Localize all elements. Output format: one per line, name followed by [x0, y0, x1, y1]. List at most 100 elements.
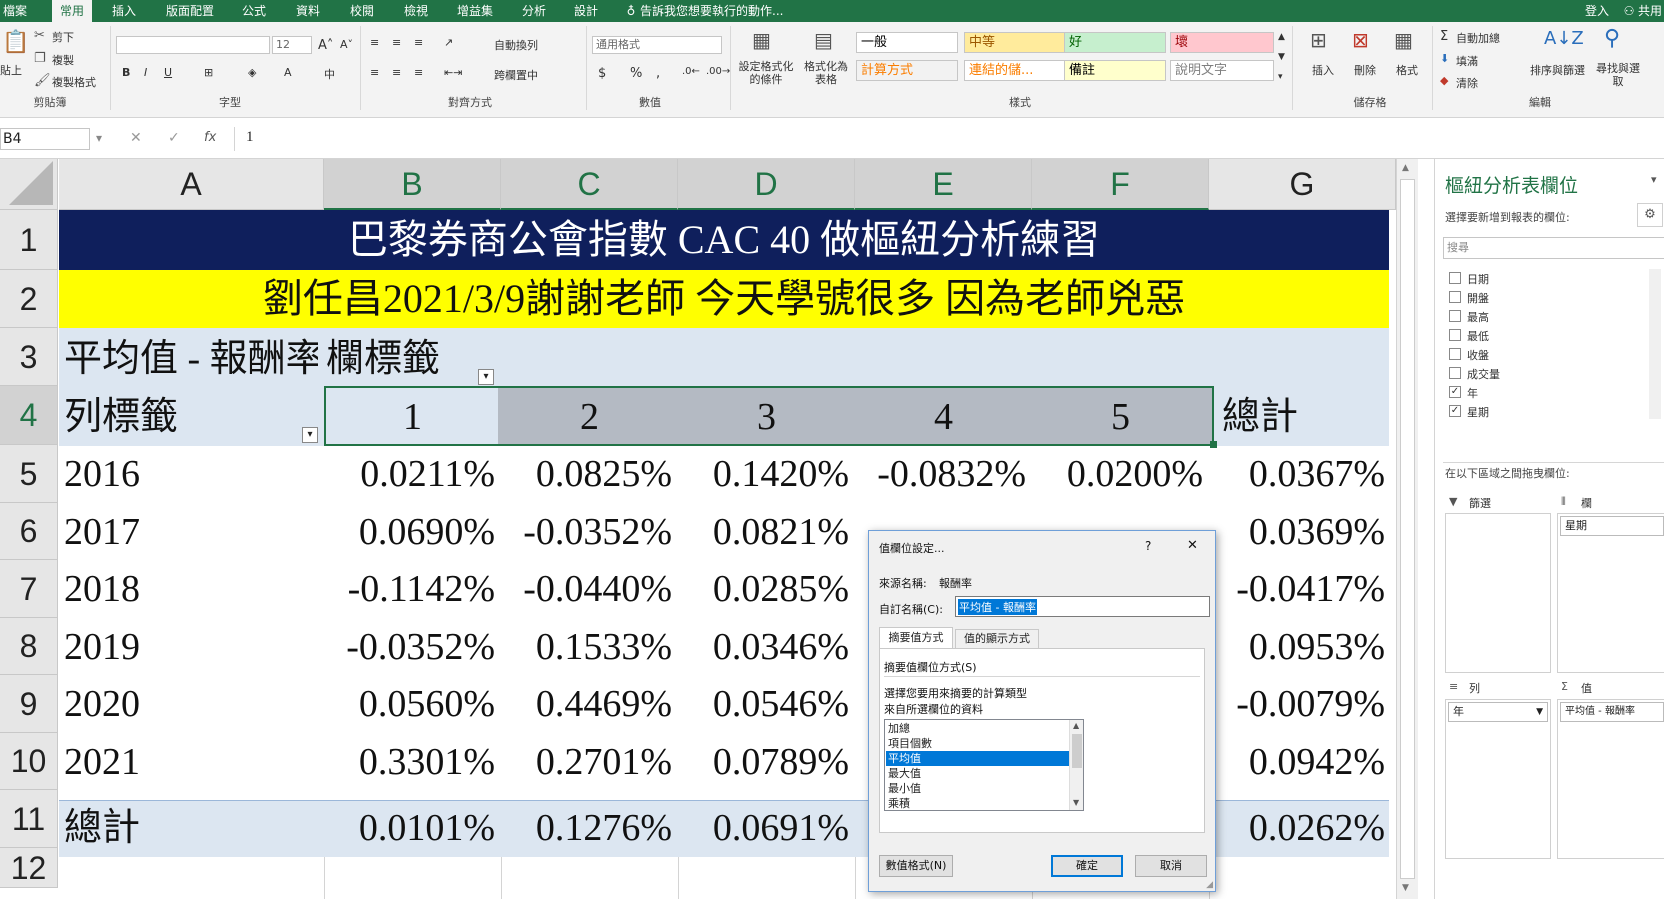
field-checkbox[interactable] [1449, 367, 1461, 379]
align-left-icon[interactable]: ≡ [370, 66, 379, 79]
border-icon[interactable]: ⊞ [204, 66, 213, 79]
value-cell[interactable]: 0.0211% [324, 446, 501, 503]
value-cell[interactable]: 0.0346% [678, 619, 855, 676]
value-cell[interactable]: 0.0546% [678, 676, 855, 733]
column-total-cell[interactable]: 0.0691% [678, 800, 855, 857]
row-header-3[interactable]: 3 [0, 328, 58, 386]
field-checkbox[interactable] [1449, 272, 1461, 284]
share-button[interactable]: 共用 [1636, 0, 1664, 22]
merge-center-button[interactable]: 跨欄置中 [494, 67, 538, 83]
row-labels-header[interactable]: 列標籤 [64, 389, 264, 445]
field-checkbox[interactable]: ✓ [1449, 405, 1461, 417]
vertical-scrollbar[interactable]: ▲ ▼ [1396, 159, 1418, 899]
tab-addins[interactable]: 增益集 [452, 0, 498, 22]
row-field-pill[interactable]: 年 ▼ [1448, 702, 1548, 722]
row-header-9[interactable]: 9 [0, 675, 58, 733]
row-label-2019[interactable]: 2019 [64, 619, 264, 676]
tab-show-values-as[interactable]: 值的顯示方式 [955, 629, 1039, 649]
tab-design[interactable]: 設計 [570, 0, 602, 22]
value-cell[interactable]: 0.1420% [678, 446, 855, 503]
scroll-thumb[interactable] [1072, 734, 1082, 768]
function-option[interactable]: 項目個數 [886, 736, 1070, 751]
tab-view[interactable]: 檢視 [400, 0, 432, 22]
phonetic-icon[interactable]: 中 [324, 66, 335, 82]
fill-button[interactable]: 填滿 [1456, 53, 1478, 69]
row-label-2020[interactable]: 2020 [64, 676, 264, 733]
cell-style-0[interactable]: 一般 [856, 32, 958, 53]
value-cell[interactable]: -0.1142% [324, 561, 501, 618]
listbox-scrollbar[interactable]: ▲ ▼ [1069, 720, 1083, 810]
row-header-12[interactable]: 12 [0, 848, 58, 888]
pane-options-icon[interactable]: ▾ [1651, 173, 1657, 186]
insert-function-icon[interactable]: fx [204, 130, 216, 145]
row-header-7[interactable]: 7 [0, 560, 58, 618]
row-label-2021[interactable]: 2021 [64, 734, 264, 791]
select-all-button[interactable] [0, 159, 58, 210]
font-size-dropdown[interactable]: 12 [272, 36, 312, 54]
row-total-cell[interactable]: 0.0942% [1209, 734, 1391, 791]
cell-style-3[interactable]: 壞 [1170, 32, 1274, 53]
gallery-down-icon[interactable]: ▼ [1278, 52, 1285, 62]
scroll-up-icon[interactable]: ▲ [1402, 163, 1409, 173]
row-total-cell[interactable]: 0.0953% [1209, 619, 1391, 676]
tell-me-box[interactable]: 告訴我您想要執行的動作... [640, 0, 790, 22]
font-name-dropdown[interactable] [116, 36, 270, 54]
function-listbox[interactable]: 加總 項目個數 平均值 最大值 最小值 乘積 ▲ ▼ [884, 719, 1084, 811]
cell-style-1[interactable]: 中等 [964, 32, 1066, 53]
cancel-icon[interactable]: ✕ [130, 130, 142, 146]
align-middle-icon[interactable]: ≡ [392, 36, 401, 49]
tab-formulas[interactable]: 公式 [238, 0, 270, 22]
grand-total-col-header[interactable]: 總計 [1222, 389, 1382, 445]
sign-in-link[interactable]: 登入 [1580, 0, 1614, 22]
currency-icon[interactable]: $ [598, 66, 606, 81]
grand-total-row-label[interactable]: 總計 [64, 800, 264, 857]
format-painter-button[interactable]: 複製格式 [52, 74, 96, 90]
column-labels-header[interactable]: 欄標籤 [326, 331, 526, 387]
scroll-thumb[interactable] [1400, 179, 1415, 879]
clear-button[interactable]: 清除 [1456, 75, 1478, 91]
row-header-4[interactable]: 4 [0, 386, 58, 445]
row-header-5[interactable]: 5 [0, 445, 58, 503]
value-cell[interactable]: 0.2701% [501, 734, 678, 791]
cell-style-6[interactable]: 備註 [1064, 60, 1166, 81]
cell-style-2[interactable]: 好 [1064, 32, 1166, 53]
value-cell[interactable]: -0.0352% [324, 619, 501, 676]
column-header-e[interactable]: E [855, 159, 1032, 210]
row-total-cell[interactable]: -0.0417% [1209, 561, 1391, 618]
row-filter-dropdown-icon[interactable]: ▾ [302, 427, 318, 443]
increase-decimal-icon[interactable]: .0← [682, 66, 700, 77]
close-icon[interactable]: ✕ [1187, 538, 1198, 553]
rows-drop-area[interactable]: 年 ▼ [1445, 699, 1551, 859]
value-field-pill[interactable]: 平均值 - 報酬率 [1560, 702, 1664, 722]
value-cell[interactable]: 0.0285% [678, 561, 855, 618]
cut-button[interactable]: 剪下 [52, 29, 74, 45]
decrease-decimal-icon[interactable]: .00→ [706, 66, 730, 77]
scroll-down-icon[interactable]: ▼ [1073, 798, 1079, 807]
ok-button[interactable]: 確定 [1051, 855, 1123, 877]
value-cell[interactable]: 0.0825% [501, 446, 678, 503]
resize-grip-icon[interactable]: ◢ [1206, 880, 1213, 890]
column-header-f[interactable]: F [1032, 159, 1209, 210]
field-search-input[interactable]: 搜尋 [1443, 237, 1664, 259]
scroll-up-icon[interactable]: ▲ [1073, 721, 1079, 730]
name-box[interactable]: B4 [0, 128, 90, 150]
row-label-2018[interactable]: 2018 [64, 561, 264, 618]
align-bottom-icon[interactable]: ≡ [414, 36, 423, 49]
percent-icon[interactable]: % [630, 66, 642, 81]
value-cell[interactable]: -0.0440% [501, 561, 678, 618]
format-button[interactable]: 格式 [1396, 62, 1418, 78]
function-option[interactable]: 最小值 [886, 781, 1070, 796]
value-cell[interactable]: 0.3301% [324, 734, 501, 791]
row-header-2[interactable]: 2 [0, 270, 58, 328]
sort-filter-button[interactable]: 排序與篩選 [1530, 62, 1585, 78]
row-label-2017[interactable]: 2017 [64, 504, 264, 561]
value-cell[interactable]: 0.4469% [501, 676, 678, 733]
value-cell[interactable]: 0.0560% [324, 676, 501, 733]
column-total-cell[interactable]: 0.0101% [324, 800, 501, 857]
row-header-6[interactable]: 6 [0, 503, 58, 560]
function-option[interactable]: 最大值 [886, 766, 1070, 781]
tab-home[interactable]: 常用 [52, 0, 92, 22]
value-cell[interactable]: 0.0200% [1032, 446, 1209, 503]
value-cell[interactable]: 0.0789% [678, 734, 855, 791]
underline-icon[interactable]: U [164, 66, 172, 79]
